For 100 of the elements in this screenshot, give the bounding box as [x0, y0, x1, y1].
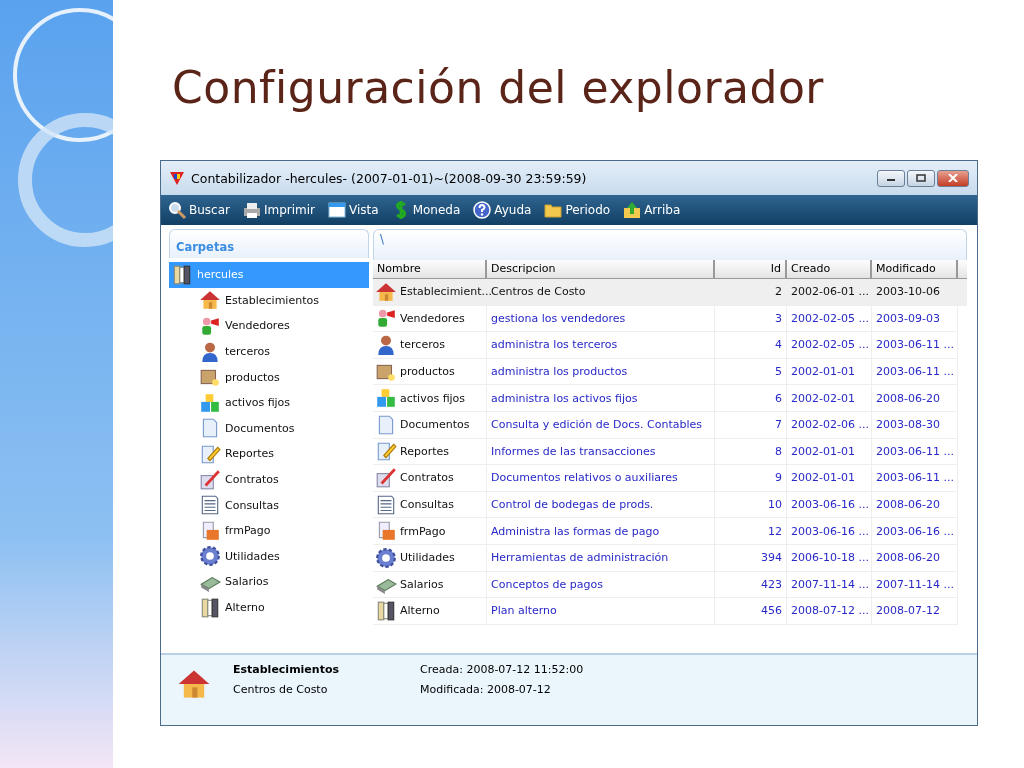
table-row[interactable]: Vendedores gestiona los vendedores 3 2002-02-05 ... 2003-09-03: [373, 305, 967, 333]
toolbar-button[interactable]: Ayuda: [472, 200, 540, 220]
table-cell: 2003-06-16 ...: [787, 491, 872, 519]
table-cell: terceros: [373, 332, 487, 359]
detail-name: Establecimientos: [233, 663, 341, 676]
table-row[interactable]: frmPago Administra las formas de pago 12 2003-06-16 ... 2003-06-16 ...: [373, 518, 967, 545]
house-icon: [199, 289, 221, 312]
table-row[interactable]: Reportes Informes de las transacciones 8 2002-01-01 2003-06-11 ...: [373, 438, 967, 466]
blocks-icon: [199, 391, 221, 414]
table-row[interactable]: productos administra los productos 5 2002-01-01 2003-06-11 ...: [373, 358, 967, 386]
printer-icon: [242, 200, 262, 220]
table-cell: Informes de las transacciones: [487, 438, 715, 466]
minimize-button[interactable]: [877, 169, 905, 187]
book-icon: [375, 599, 397, 622]
table-cell: 2002-01-01: [787, 438, 872, 466]
table-row[interactable]: Salarios Conceptos de pagos 423 2007-11-14 ... 2007-11-14 ...: [373, 571, 967, 599]
table-cell: 2008-07-12 ...: [787, 598, 872, 625]
table-cell: Alterno: [373, 598, 487, 625]
table-row[interactable]: Contratos Documentos relativos o auxiliares 9 2002-01-01 2003-06-11 ...: [373, 465, 967, 492]
table-cell: 456: [715, 598, 787, 625]
path-text: \: [380, 232, 384, 246]
table-cell: activos fijos: [373, 385, 487, 412]
table-cell: administra los terceros: [487, 332, 715, 359]
tree-item[interactable]: Salarios: [197, 569, 369, 595]
toolbar-button[interactable]: Imprimir: [242, 200, 324, 220]
table-cell: Administra las formas de pago: [487, 518, 715, 545]
table-cell: 2002-01-01: [787, 465, 872, 492]
table-cell: 2003-06-11 ...: [872, 332, 958, 359]
toolbar-button[interactable]: Moneda: [390, 200, 469, 220]
table-cell: administra los productos: [487, 358, 715, 386]
table-cell: frmPago: [373, 518, 487, 545]
table-cell: 2003-06-11 ...: [872, 358, 958, 386]
book-icon: [199, 596, 221, 619]
table-row[interactable]: Establecimient...Centros de Costo 2 2002-06-01 ... 2003-10-06: [373, 279, 967, 306]
tree-item[interactable]: Alterno: [197, 594, 369, 621]
search-icon: [167, 200, 187, 220]
maximize-button[interactable]: [907, 169, 935, 187]
close-button[interactable]: [937, 169, 969, 187]
table-cell: Contratos: [373, 465, 487, 492]
tree-item[interactable]: productos: [197, 364, 369, 390]
table-cell: Documentos relativos o auxiliares: [487, 465, 715, 492]
tree-item[interactable]: Establecimientos: [197, 287, 369, 314]
table-row[interactable]: Documentos Consulta y edición de Docs. Contables 7 2002-02-06 ... 2003-08-30: [373, 411, 967, 439]
table-cell: 2002-02-05 ...: [787, 332, 872, 359]
pane-title: Carpetas: [176, 240, 234, 254]
tree-item[interactable]: Contratos: [197, 466, 369, 493]
table-cell: 5: [715, 358, 787, 386]
tree-item[interactable]: frmPago: [197, 517, 369, 544]
table-cell: Reportes: [373, 438, 487, 466]
table-row[interactable]: Consultas Control de bodegas de prods. 10 2003-06-16 ... 2008-06-20: [373, 491, 967, 519]
table-cell: 8: [715, 438, 787, 466]
tree-item[interactable]: Vendedores: [197, 313, 369, 339]
table-cell: 2002-02-06 ...: [787, 411, 872, 439]
tree-item[interactable]: activos fijos: [197, 389, 369, 416]
table-cell: administra los activos fijos: [487, 385, 715, 412]
gear-icon: [375, 546, 397, 569]
help-icon: [472, 200, 493, 220]
list-document-icon: [199, 494, 221, 517]
table-cell: 2003-06-16 ...: [787, 518, 872, 545]
table-cell: 4: [715, 332, 787, 359]
window-title: Contabilizador -hercules- (2007-01-01)~(2008-09-30 23:59:59): [191, 170, 587, 186]
table-cell: Documentos: [373, 411, 487, 439]
table-cell: 394: [715, 544, 787, 572]
table-cell: gestiona los vendedores: [487, 305, 715, 333]
table-cell: 2007-11-14 ...: [872, 571, 958, 599]
toolbar-button[interactable]: Arriba: [622, 200, 689, 220]
table-cell: 2002-02-01: [787, 385, 872, 412]
table-row[interactable]: terceros administra los terceros 4 2002-02-05 ... 2003-06-11 ...: [373, 332, 967, 359]
table-cell: 2008-06-20: [872, 491, 958, 519]
table-cell: 6: [715, 385, 787, 412]
table-cell: 2003-09-03: [872, 305, 958, 333]
table-row[interactable]: activos fijos administra los activos fijos 6 2002-02-01 2008-06-20: [373, 385, 967, 412]
table-cell: 2003-08-30: [872, 411, 958, 439]
close-icon: [948, 174, 958, 182]
tree-item[interactable]: Documentos: [197, 415, 369, 442]
tree-item[interactable]: Reportes: [197, 441, 369, 467]
toolbar-button[interactable]: Periodo: [543, 200, 619, 220]
tree-item[interactable]: Consultas: [197, 492, 369, 518]
table-cell: 2003-06-16 ...: [872, 518, 958, 545]
toolbar-button[interactable]: Buscar: [167, 200, 238, 220]
table-cell: Plan alterno: [487, 598, 715, 625]
toolbar-button[interactable]: Vista: [327, 200, 387, 220]
table-cell: 2008-06-20: [872, 544, 958, 572]
table-cell: 2002-02-05 ...: [787, 305, 872, 333]
table-cell: 2007-11-14 ...: [787, 571, 872, 599]
table-cell: 2006-10-18 ...: [787, 544, 872, 572]
table-cell: Herramientas de administración: [487, 544, 715, 572]
person-icon: [199, 340, 221, 363]
tree-item[interactable]: Utilidades: [197, 543, 369, 570]
book-icon: [171, 263, 193, 286]
table-cell: Utilidades: [373, 544, 487, 572]
table-row[interactable]: Utilidades Herramientas de administración 394 2006-10-18 ... 2008-06-20: [373, 544, 967, 572]
table-cell: 2002-06-01 ...: [787, 279, 872, 306]
table-cell: 3: [715, 305, 787, 333]
table-cell: 2003-06-11 ...: [872, 438, 958, 466]
table-cell: 12: [715, 518, 787, 545]
table-row[interactable]: Alterno Plan alterno 456 2008-07-12 ... 2008-07-12: [373, 598, 967, 625]
gear-icon: [199, 545, 221, 568]
blocks-icon: [375, 387, 397, 410]
tree-item[interactable]: terceros: [197, 338, 369, 365]
